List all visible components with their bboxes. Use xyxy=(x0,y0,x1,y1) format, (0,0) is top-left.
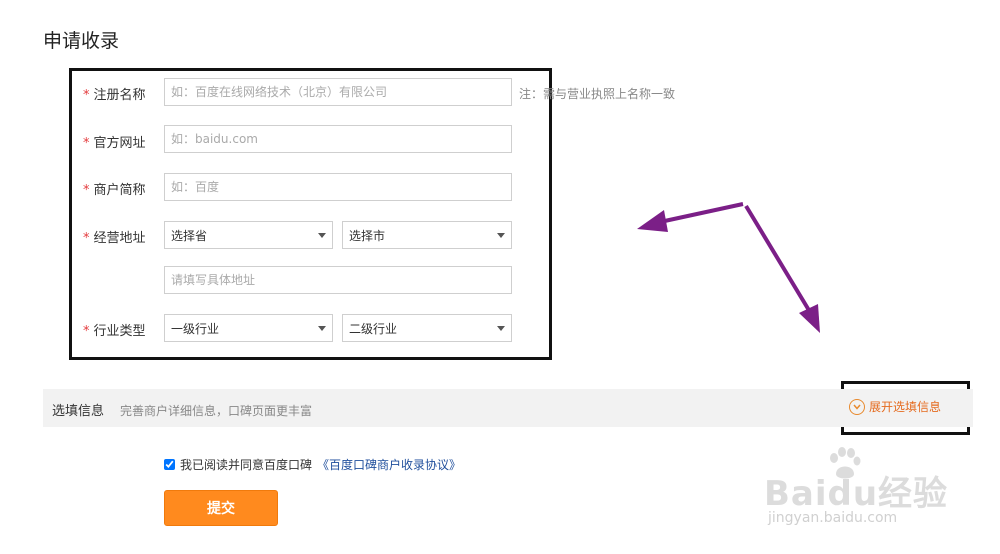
name-hint: 注：需与营业执照上名称一致 xyxy=(519,87,676,101)
optional-info-desc: 完善商户详细信息，口碑页面更丰富 xyxy=(120,404,313,418)
required-mark: * xyxy=(83,231,90,246)
required-mark: * xyxy=(83,183,90,198)
short-name-label-text: 商户简称 xyxy=(93,183,146,198)
chevron-down-icon xyxy=(318,232,326,238)
address-label-text: 经营地址 xyxy=(93,231,146,246)
chevron-down-circle-icon xyxy=(849,398,865,415)
name-label-text: 注册名称 xyxy=(93,88,146,103)
chevron-down-icon xyxy=(318,325,326,331)
website-label-text: 官方网址 xyxy=(93,136,146,151)
required-mark: * xyxy=(83,136,90,151)
agreement-row: 我已阅读并同意百度口碑 《百度口碑商户收录协议》 xyxy=(164,456,461,473)
short-name-label: * 商户简称 xyxy=(83,179,146,198)
industry-label: * 行业类型 xyxy=(83,320,146,339)
website-label: * 官方网址 xyxy=(83,132,146,151)
city-select[interactable]: 选择市 xyxy=(342,221,512,249)
page-title: 申请收录 xyxy=(43,30,120,52)
city-select-value: 选择市 xyxy=(349,228,386,243)
expand-optional-label: 展开选填信息 xyxy=(869,400,942,414)
watermark-sub: jingyan.baidu.com xyxy=(768,510,898,526)
required-mark: * xyxy=(83,88,90,103)
website-input[interactable] xyxy=(164,125,512,153)
industry-level2-select[interactable]: 二级行业 xyxy=(342,314,512,342)
province-select-value: 选择省 xyxy=(171,228,208,243)
agreement-text: 我已阅读并同意百度口碑 xyxy=(180,458,313,472)
expand-optional-button[interactable]: 展开选填信息 xyxy=(849,398,941,415)
name-input[interactable] xyxy=(164,78,512,106)
industry-level1-select[interactable]: 一级行业 xyxy=(164,314,333,342)
optional-info-bar: 选填信息 完善商户详细信息，口碑页面更丰富 展开选填信息 xyxy=(43,389,973,427)
industry-level2-value: 二级行业 xyxy=(349,321,398,336)
submit-button[interactable]: 提交 xyxy=(164,490,278,526)
address-label: * 经营地址 xyxy=(83,227,146,246)
watermark-main: Baidu经验 xyxy=(764,474,949,514)
name-label: * 注册名称 xyxy=(83,84,146,103)
chevron-down-icon xyxy=(497,325,505,331)
optional-info-title: 选填信息 xyxy=(52,404,105,419)
chevron-down-icon xyxy=(497,232,505,238)
arrow-down-icon xyxy=(744,204,820,333)
agreement-link[interactable]: 《百度口碑商户收录协议》 xyxy=(317,456,461,473)
agreement-checkbox[interactable] xyxy=(164,459,175,470)
baidu-watermark: Baidu经验 jingyan.baidu.com xyxy=(764,446,952,536)
short-name-input[interactable] xyxy=(164,173,512,201)
industry-label-text: 行业类型 xyxy=(93,324,146,339)
address-detail-input[interactable] xyxy=(164,266,512,294)
province-select[interactable]: 选择省 xyxy=(164,221,333,249)
required-mark: * xyxy=(83,324,90,339)
arrow-left-icon xyxy=(637,202,744,232)
industry-level1-value: 一级行业 xyxy=(171,321,220,336)
